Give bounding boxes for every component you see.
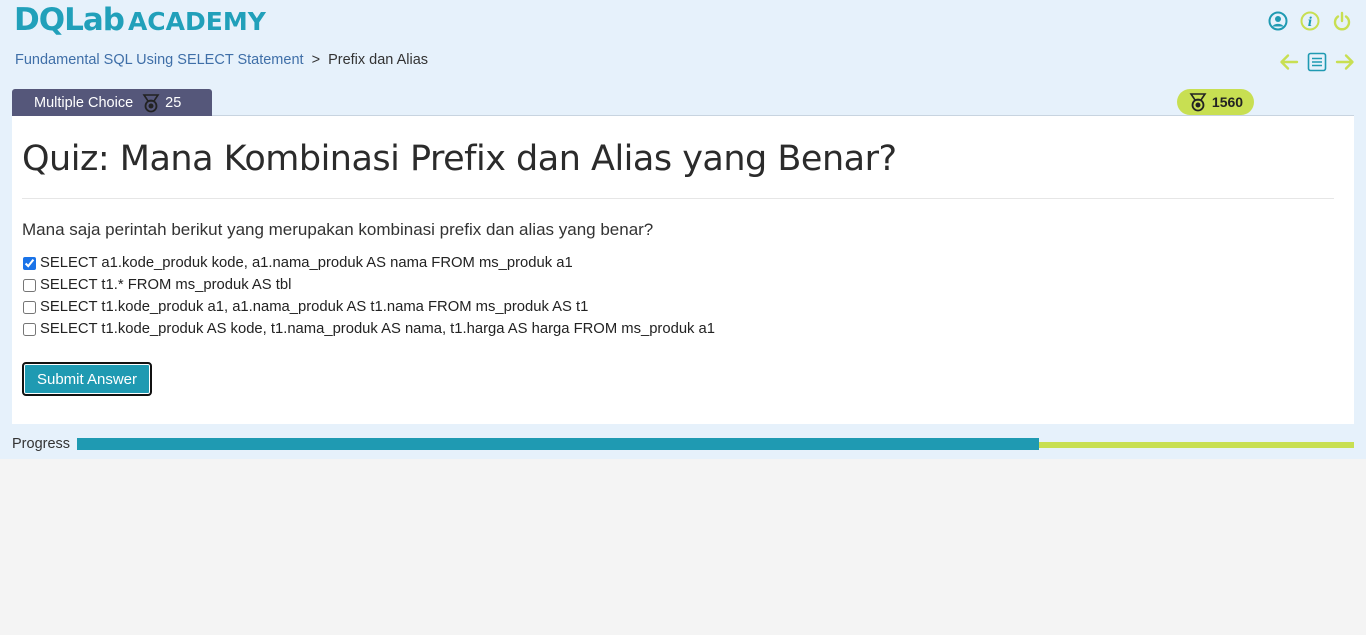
option-label: SELECT t1.* FROM ms_produk AS tbl bbox=[40, 277, 292, 293]
header-icons: i bbox=[1268, 11, 1352, 31]
total-points-badge: 1560 bbox=[1177, 89, 1254, 115]
progress-bar bbox=[77, 438, 1354, 450]
tab-label: Multiple Choice bbox=[34, 94, 134, 111]
arrow-left-icon[interactable] bbox=[1278, 51, 1300, 73]
user-icon[interactable] bbox=[1268, 11, 1288, 31]
answer-option[interactable]: SELECT t1.kode_produk a1, a1.nama_produk… bbox=[22, 296, 1334, 318]
tab-points: 25 bbox=[165, 94, 182, 111]
option-label: SELECT t1.kode_produk a1, a1.nama_produk… bbox=[40, 299, 589, 315]
tab-multiple-choice[interactable]: Multiple Choice 25 bbox=[12, 89, 212, 116]
info-icon[interactable]: i bbox=[1300, 11, 1320, 31]
progress-row: Progress bbox=[12, 436, 1354, 452]
total-points-value: 1560 bbox=[1211, 94, 1244, 110]
medal-icon bbox=[142, 93, 160, 112]
progress-label: Progress bbox=[12, 436, 71, 452]
answer-option[interactable]: SELECT a1.kode_produk kode, a1.nama_prod… bbox=[22, 252, 1334, 274]
page-background: DQLab ACADEMY i Fundamental SQL Using SE… bbox=[0, 0, 1366, 459]
answer-options: SELECT a1.kode_produk kode, a1.nama_prod… bbox=[22, 252, 1334, 340]
progress-fill bbox=[77, 438, 1039, 450]
logo-academy-text: ACADEMY bbox=[127, 7, 266, 36]
quiz-title: Quiz: Mana Kombinasi Prefix dan Alias ya… bbox=[22, 139, 897, 179]
option-checkbox[interactable] bbox=[23, 256, 36, 270]
dqlab-logo[interactable]: DQLab ACADEMY bbox=[14, 2, 266, 38]
lesson-nav bbox=[1278, 51, 1356, 73]
divider bbox=[22, 198, 1334, 199]
option-label: SELECT t1.kode_produk AS kode, t1.nama_p… bbox=[40, 321, 716, 337]
submit-answer-button[interactable]: Submit Answer bbox=[22, 362, 152, 396]
list-icon[interactable] bbox=[1306, 51, 1328, 73]
option-checkbox[interactable] bbox=[23, 278, 36, 292]
tab-row: Multiple Choice 25 1560 bbox=[12, 89, 1354, 116]
breadcrumb-current: Prefix dan Alias bbox=[328, 52, 429, 68]
breadcrumb-separator: > bbox=[311, 52, 321, 68]
breadcrumb: Fundamental SQL Using SELECT Statement >… bbox=[15, 52, 428, 68]
option-label: SELECT a1.kode_produk kode, a1.nama_prod… bbox=[40, 255, 573, 271]
power-icon[interactable] bbox=[1332, 11, 1352, 31]
option-checkbox[interactable] bbox=[23, 300, 36, 314]
answer-option[interactable]: SELECT t1.* FROM ms_produk AS tbl bbox=[22, 274, 1334, 296]
arrow-right-icon[interactable] bbox=[1334, 51, 1356, 73]
quiz-question: Mana saja perintah berikut yang merupaka… bbox=[22, 220, 654, 239]
answer-option[interactable]: SELECT t1.kode_produk AS kode, t1.nama_p… bbox=[22, 318, 1334, 340]
breadcrumb-parent-link[interactable]: Fundamental SQL Using SELECT Statement bbox=[15, 52, 304, 68]
header: DQLab ACADEMY i bbox=[0, 0, 1366, 46]
quiz-card: Quiz: Mana Kombinasi Prefix dan Alias ya… bbox=[12, 116, 1354, 424]
option-checkbox[interactable] bbox=[23, 322, 36, 336]
medal-icon bbox=[1189, 93, 1207, 112]
svg-text:i: i bbox=[1308, 15, 1313, 29]
logo-main-text: DQLab bbox=[14, 2, 125, 38]
